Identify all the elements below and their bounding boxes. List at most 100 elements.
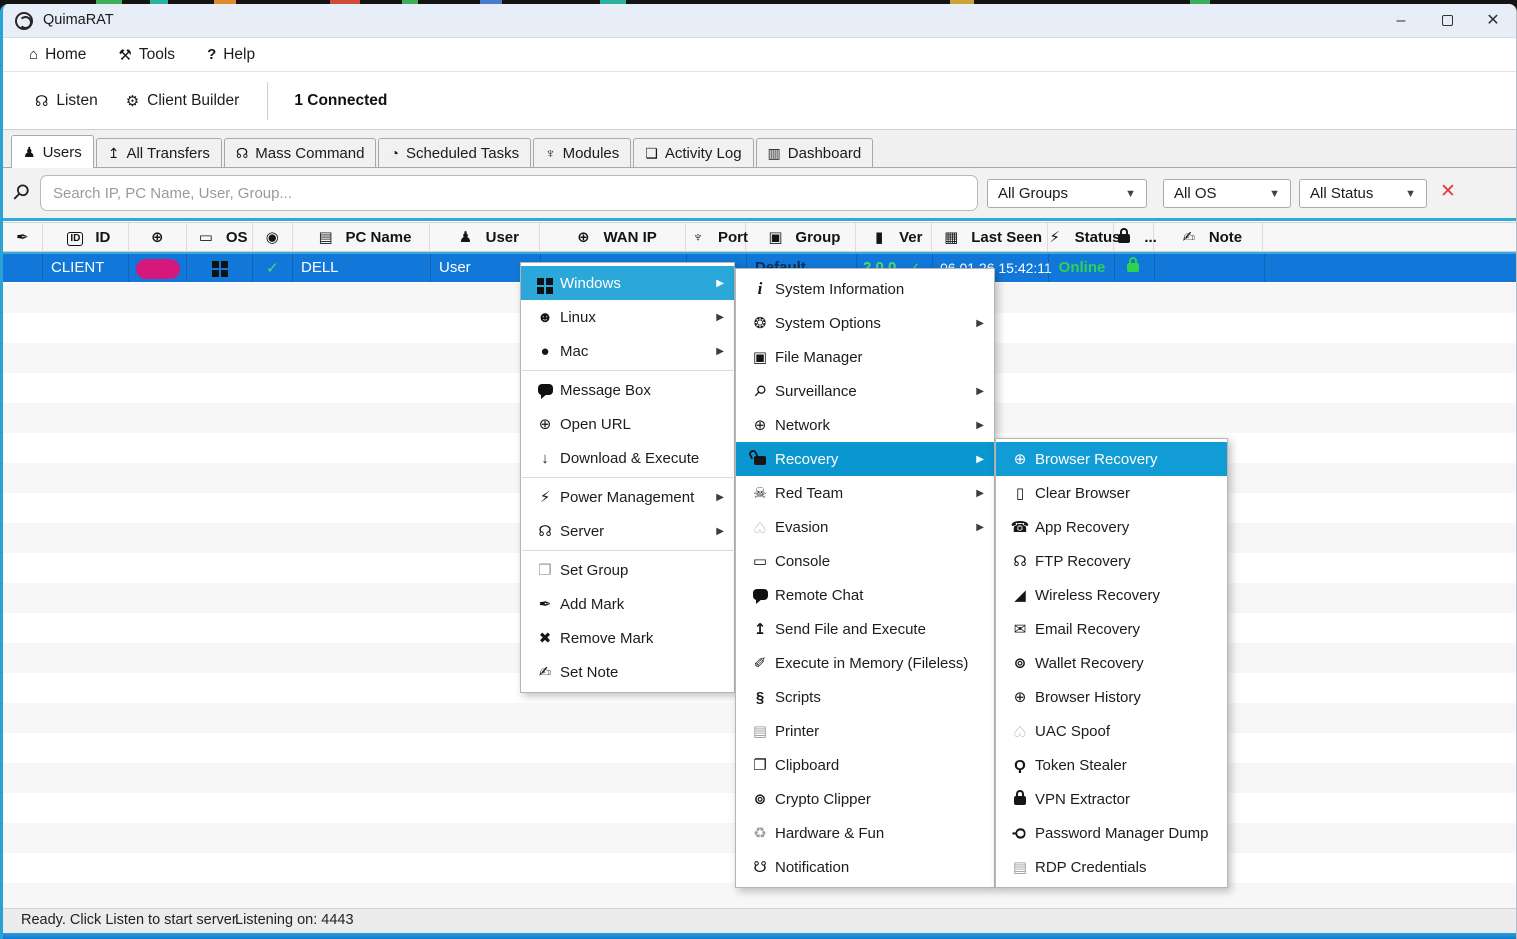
menu-item-add-mark[interactable]: ✒Add Mark — [521, 587, 734, 621]
column-header-last_seen[interactable]: ▦Last Seen — [932, 223, 1048, 251]
tab-dashboard[interactable]: ▥Dashboard — [756, 138, 874, 167]
column-header-wan_ip[interactable]: ⊕WAN IP — [540, 223, 686, 251]
toolbar-client-builder[interactable]: ⚙Client Builder — [112, 84, 254, 118]
title-bar[interactable]: QuimaRAT – ✕ — [3, 4, 1516, 38]
menu-item-system-options[interactable]: ❂System Options▶ — [736, 306, 994, 340]
menu-item-power-management[interactable]: ⚡Power Management▶ — [521, 480, 734, 514]
column-header-group[interactable]: ▣Group — [746, 223, 856, 251]
menu-item-clipboard[interactable]: ❐Clipboard — [736, 748, 994, 782]
server-icon: ▤ — [1005, 858, 1035, 876]
cell-pc-name: DELL — [301, 259, 339, 276]
menu-item-send-file-and-execute[interactable]: ↥Send File and Execute — [736, 612, 994, 646]
menu-item-mac[interactable]: ●Mac▶ — [521, 334, 734, 368]
tab-scheduled-tasks[interactable]: ◔Scheduled Tasks — [378, 138, 531, 167]
menu-tools[interactable]: ⚒Tools — [106, 42, 187, 68]
filter-all-os[interactable]: All OS▼ — [1163, 179, 1291, 208]
menu-item-label: Linux — [560, 309, 710, 326]
menu-item-browser-history[interactable]: ⊕Browser History — [996, 680, 1227, 714]
menu-item-windows[interactable]: Windows▶ — [521, 266, 734, 300]
search-icon: ⚲ — [6, 178, 35, 207]
menu-item-crypto-clipper[interactable]: ⊚Crypto Clipper — [736, 782, 994, 816]
column-header-id[interactable]: IDID — [43, 223, 129, 251]
menu-help[interactable]: ? Help — [195, 42, 267, 68]
menu-item-set-group[interactable]: ❒Set Group — [521, 553, 734, 587]
menu-item-rdp-credentials[interactable]: ▤RDP Credentials — [996, 850, 1227, 884]
menu-item-wireless-recovery[interactable]: ◢Wireless Recovery — [996, 578, 1227, 612]
filter-all-status[interactable]: All Status▼ — [1299, 179, 1427, 208]
menu-item-system-information[interactable]: iSystem Information — [736, 272, 994, 306]
menu-item-remove-mark[interactable]: ✖Remove Mark — [521, 621, 734, 655]
menu-item-browser-recovery[interactable]: ⊕Browser Recovery — [996, 442, 1227, 476]
menu-item-label: Password Manager Dump — [1035, 825, 1217, 842]
menu-item-vpn-extractor[interactable]: VPN Extractor — [996, 782, 1227, 816]
menu-label: Help — [223, 46, 255, 64]
tab-all-transfers[interactable]: ↥All Transfers — [96, 138, 222, 167]
column-header-os[interactable]: ▭OS — [187, 223, 253, 251]
menu-item-recovery[interactable]: Recovery▶ — [736, 442, 994, 476]
toolbar-listen[interactable]: ☊Listen — [21, 84, 112, 118]
menu-item-linux[interactable]: ☻Linux▶ — [521, 300, 734, 334]
menu-item-file-manager[interactable]: ▣File Manager — [736, 340, 994, 374]
maximize-button[interactable] — [1424, 4, 1470, 38]
column-header-pc_name[interactable]: ▤PC Name — [293, 223, 431, 251]
column-header-screen[interactable]: ◉ — [253, 223, 293, 251]
maximize-icon — [1442, 15, 1453, 26]
menu-item-email-recovery[interactable]: ✉Email Recovery — [996, 612, 1227, 646]
column-header-port[interactable]: ♆Port — [686, 223, 746, 251]
menu-item-evasion[interactable]: ♡Evasion▶ — [736, 510, 994, 544]
column-header-country[interactable]: ⊕ — [129, 223, 187, 251]
lock-icon — [1118, 234, 1130, 243]
money-bag-icon: ⊚ — [1005, 654, 1035, 672]
column-header-filler[interactable] — [1263, 223, 1517, 251]
help-icon: ? — [207, 46, 216, 63]
pin-icon: ✒ — [530, 595, 560, 613]
menu-item-token-stealer[interactable]: ϘToken Stealer — [996, 748, 1227, 782]
menu-item-server[interactable]: ☊Server▶ — [521, 514, 734, 548]
tab-modules[interactable]: ♆Modules — [533, 138, 631, 167]
menu-item-network[interactable]: ⊕Network▶ — [736, 408, 994, 442]
menu-item-wallet-recovery[interactable]: ⊚Wallet Recovery — [996, 646, 1227, 680]
menu-item-set-note[interactable]: ✍Set Note — [521, 655, 734, 689]
clear-filters-icon[interactable]: ✕ — [1440, 180, 1456, 203]
filter-all-groups[interactable]: All Groups▼ — [987, 179, 1147, 208]
menu-item-red-team[interactable]: ☠Red Team▶ — [736, 476, 994, 510]
menu-item-label: System Information — [775, 281, 984, 298]
column-header-status[interactable]: ⚡Status — [1048, 223, 1114, 251]
submenu-arrow-icon: ▶ — [976, 386, 984, 397]
menu-item-console[interactable]: ▭Console — [736, 544, 994, 578]
close-button[interactable]: ✕ — [1470, 4, 1516, 38]
tab-mass-command[interactable]: ☊Mass Command — [224, 138, 377, 167]
menu-item-notification[interactable]: ☋Notification — [736, 850, 994, 884]
download-icon: ↓ — [530, 450, 560, 467]
menu-item-execute-in-memory-fileless[interactable]: ✐Execute in Memory (Fileless) — [736, 646, 994, 680]
menu-item-remote-chat[interactable]: Remote Chat — [736, 578, 994, 612]
column-header-note[interactable]: ✍Note — [1154, 223, 1264, 251]
column-label: WAN IP — [603, 229, 656, 246]
menu-item-open-url[interactable]: ⊕Open URL — [521, 407, 734, 441]
menu-item-password-manager-dump[interactable]: ϘPassword Manager Dump — [996, 816, 1227, 850]
tab-activity-log[interactable]: ❏Activity Log — [633, 138, 753, 167]
tab-label: Dashboard — [788, 145, 861, 162]
minimize-button[interactable]: – — [1378, 4, 1424, 38]
menu-item-surveillance[interactable]: ⚲Surveillance▶ — [736, 374, 994, 408]
menu-home[interactable]: ⌂Home — [17, 42, 98, 68]
column-header-pin[interactable]: ✒ — [3, 223, 43, 251]
menu-item-printer[interactable]: ▤Printer — [736, 714, 994, 748]
column-header-lock[interactable]: ... — [1114, 223, 1154, 251]
column-label: Port — [718, 229, 748, 246]
menu-item-hardware-fun[interactable]: ♻Hardware & Fun — [736, 816, 994, 850]
menu-item-message-box[interactable]: Message Box — [521, 373, 734, 407]
menu-item-ftp-recovery[interactable]: ☊FTP Recovery — [996, 544, 1227, 578]
menu-item-scripts[interactable]: §Scripts — [736, 680, 994, 714]
menu-item-uac-spoof[interactable]: ♡UAC Spoof — [996, 714, 1227, 748]
chevron-down-icon: ▼ — [1125, 188, 1136, 200]
column-header-ver[interactable]: ▮Ver — [856, 223, 932, 251]
tab-users[interactable]: ♟Users — [11, 135, 94, 168]
column-header-user[interactable]: ♟User — [430, 223, 540, 251]
scroll-icon: § — [745, 689, 775, 706]
menu-item-app-recovery[interactable]: ☎App Recovery — [996, 510, 1227, 544]
status-listening-text: Listening on: 4443 — [235, 912, 354, 928]
search-input[interactable] — [40, 175, 978, 211]
menu-item-download-execute[interactable]: ↓Download & Execute — [521, 441, 734, 475]
menu-item-clear-browser[interactable]: ▯Clear Browser — [996, 476, 1227, 510]
